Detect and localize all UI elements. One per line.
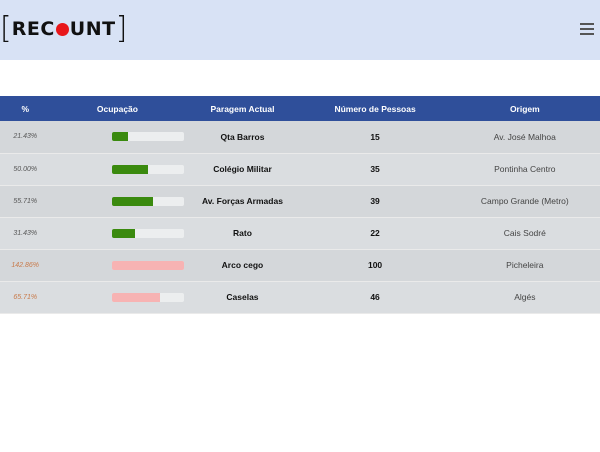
occupancy-cell [50, 153, 185, 185]
col-header-people-count: Número de Pessoas [334, 103, 416, 114]
occupancy-bar-fill [112, 196, 153, 206]
occupancy-bar [112, 132, 185, 142]
occupancy-bar [112, 196, 185, 206]
top-bar: [ REC UNT ] [0, 0, 600, 60]
origin-cell: Campo Grande (Metro) [480, 196, 569, 206]
occupancy-bar [112, 260, 185, 270]
occupancy-bar [112, 164, 185, 174]
origin-cell: Picheleira [506, 260, 544, 270]
current-stop-cell: Av. Forças Armadas [201, 196, 283, 206]
origin-cell: Cais Sodré [503, 228, 546, 238]
people-count-cell: 39 [370, 196, 380, 206]
people-count-cell: 22 [370, 228, 380, 238]
occupancy-cell [50, 185, 185, 217]
logo-text-end: UNT [69, 18, 116, 40]
origin-cell: Pontinha Centro [494, 164, 556, 174]
logo-bracket-left: [ [0, 11, 12, 46]
logo-bracket-right: ] [115, 11, 128, 46]
percent-cell: 50.00% [13, 165, 38, 173]
occupancy-bar-fill [112, 164, 149, 174]
percent-cell: 21.43% [13, 133, 38, 141]
current-stop-cell: Colégio Militar [213, 164, 272, 174]
occupancy-bar-fill [112, 228, 136, 238]
percent-cell: 142.86% [11, 261, 40, 269]
origin-cell: Av. José Malhoa [493, 131, 556, 142]
occupancy-bar-fill [112, 132, 128, 142]
table-row: 21.43% Qta Barros 15 Av. José Malhoa [0, 121, 600, 153]
col-header-percent: % [21, 103, 29, 114]
current-stop-cell: Arco cego [221, 260, 264, 270]
table-header-row: % Ocupação Paragem Actual Número de Pess… [0, 96, 600, 121]
table-row: 31.43% Rato 22 Cais Sodré [0, 217, 600, 249]
current-stop-cell: Qta Barros [220, 131, 265, 142]
current-stop-cell: Rato [233, 228, 252, 238]
percent-cell: 55.71% [13, 197, 38, 205]
table-row: 142.86% Arco cego 100 Picheleira [0, 249, 600, 281]
table-row: 50.00% Colégio Militar 35 Pontinha Centr… [0, 153, 600, 185]
occupancy-bar-fill [112, 292, 160, 302]
occupancy-bar [112, 228, 185, 238]
people-count-cell: 100 [367, 260, 383, 270]
table-row: 55.71% Av. Forças Armadas 39 Campo Grand… [0, 185, 600, 217]
people-count-cell: 35 [370, 164, 380, 174]
origin-cell: Algés [514, 292, 536, 302]
percent-cell: 65.71% [13, 293, 38, 301]
col-header-current-stop: Paragem Actual [210, 103, 275, 114]
people-count-cell: 46 [370, 292, 380, 302]
percent-cell: 31.43% [13, 229, 38, 237]
hamburger-menu-icon[interactable] [580, 23, 594, 35]
logo-red-dot-icon [55, 22, 69, 36]
people-count-cell: 15 [370, 131, 380, 142]
occupancy-cell [50, 281, 185, 313]
logo-wordmark: REC UNT [12, 18, 116, 40]
occupancy-cell [50, 217, 185, 249]
logo-text-start: REC [11, 18, 55, 40]
occupancy-bar [112, 292, 185, 302]
occupancy-bar-fill [112, 260, 185, 270]
occupancy-cell [50, 121, 185, 153]
occupancy-table: % Ocupação Paragem Actual Número de Pess… [0, 96, 600, 314]
table-row: 65.71% Caselas 46 Algés [0, 281, 600, 313]
recount-logo[interactable]: [ REC UNT ] [0, 14, 127, 44]
occupancy-cell [50, 249, 185, 281]
col-header-occupancy: Ocupação [96, 103, 138, 114]
col-header-origin: Origem [509, 103, 540, 114]
current-stop-cell: Caselas [226, 292, 259, 302]
